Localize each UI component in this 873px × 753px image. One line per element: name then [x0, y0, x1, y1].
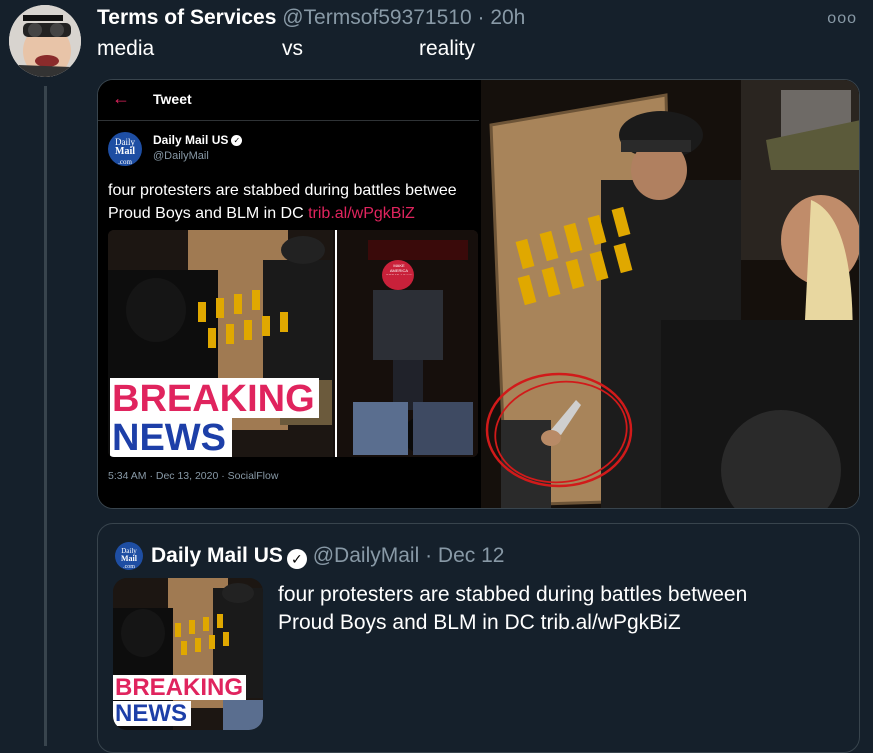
avatar[interactable]	[9, 5, 81, 77]
dailymail-logo: Daily Mail .com	[108, 132, 142, 166]
quote-text: four protesters are stabbed during battl…	[278, 581, 747, 637]
tweet-time[interactable]: · 20h	[478, 6, 526, 29]
author-name[interactable]: Terms of Services	[97, 6, 276, 29]
screenshot-account-handle: @DailyMail	[153, 150, 209, 162]
screenshot-topbar: ← Tweet	[98, 80, 479, 121]
thread-line	[44, 86, 47, 746]
screenshot-tweet-text: four protesters are stabbed during battl…	[108, 179, 478, 225]
breaking-banner: BREAKING	[110, 378, 319, 418]
verified-badge-icon: ✓	[231, 135, 243, 147]
tweet-text-media: media	[97, 37, 155, 60]
hat-text: MAKE AMERICA GREAT AGAIN	[386, 263, 413, 275]
media-reality-photo	[481, 80, 859, 508]
tweet-text-vs: vs	[282, 37, 303, 60]
tweet-text: media vs reality	[97, 37, 475, 61]
quote-author-handle[interactable]: @DailyMail	[313, 544, 420, 567]
quote-author-name[interactable]: Daily Mail US	[151, 544, 283, 567]
screenshot-photo: BREAKING NEWS MAKE AMERICA GREAT AGAIN	[108, 230, 478, 457]
screenshot-timestamp: 5:34 AM · Dec 13, 2020 · SocialFlow	[108, 470, 279, 482]
screenshot-link: trib.al/wPgkBiZ	[308, 205, 415, 222]
quote-header: Daily Mail US ✓ @DailyMail · Dec 12	[151, 544, 504, 569]
quote-logo-line-3: .com	[123, 564, 135, 570]
quote-text-line-2: Proud Boys and BLM in DC trib.al/wPgkBiZ	[278, 611, 681, 634]
logo-line-2: Mail	[115, 146, 135, 157]
quote-breaking-banner: BREAKING	[113, 675, 247, 700]
tweet-text-reality: reality	[419, 37, 476, 60]
quote-dailymail-logo[interactable]: Daily Mail .com	[115, 542, 143, 570]
quote-logo-line-2: Mail	[121, 554, 137, 563]
quote-thumbnail[interactable]: BREAKING NEWS	[113, 578, 263, 730]
logo-line-3: .com	[118, 158, 132, 166]
screenshot-title: Tweet	[153, 91, 192, 107]
screenshot-text-line-2: Proud Boys and BLM in DC	[108, 205, 309, 222]
more-options-icon[interactable]: ooo	[827, 10, 857, 28]
news-banner: NEWS	[110, 417, 232, 457]
account-name-text: Daily Mail US	[153, 133, 229, 147]
quote-date[interactable]: · Dec 12	[425, 544, 504, 567]
verified-badge-icon: ✓	[286, 549, 307, 569]
tweet-header: Terms of Services @Termsof59371510 · 20h	[97, 6, 525, 30]
avatar-image	[9, 5, 81, 77]
quote-text-line-1: four protesters are stabbed during battl…	[278, 583, 748, 606]
tweet-media[interactable]: ← Tweet Daily Mail .com Daily Mail US ✓ @…	[97, 79, 860, 509]
quoted-tweet[interactable]: Daily Mail .com Daily Mail US ✓ @DailyMai…	[97, 523, 860, 753]
reality-photo-art	[481, 80, 859, 508]
media-screenshot: ← Tweet Daily Mail .com Daily Mail US ✓ @…	[98, 80, 479, 508]
author-handle[interactable]: @Termsof59371510	[282, 6, 471, 29]
back-arrow-icon: ←	[112, 88, 130, 108]
quote-news-banner: NEWS	[113, 701, 191, 726]
screenshot-account-name: Daily Mail US ✓	[153, 133, 243, 147]
screenshot-text-line-1: four protesters are stabbed during battl…	[108, 182, 457, 199]
